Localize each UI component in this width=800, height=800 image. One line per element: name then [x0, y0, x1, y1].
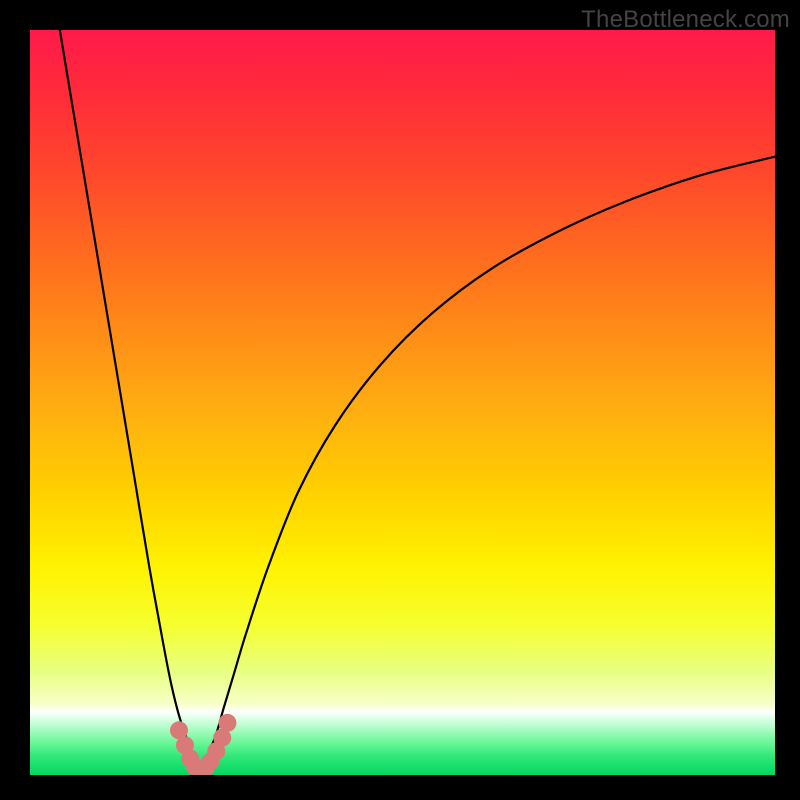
- trough-marker: [218, 714, 236, 732]
- watermark-text: TheBottleneck.com: [581, 6, 790, 34]
- bottleneck-chart: [0, 0, 800, 800]
- chart-frame: TheBottleneck.com: [0, 0, 800, 800]
- gradient-background: [30, 30, 775, 775]
